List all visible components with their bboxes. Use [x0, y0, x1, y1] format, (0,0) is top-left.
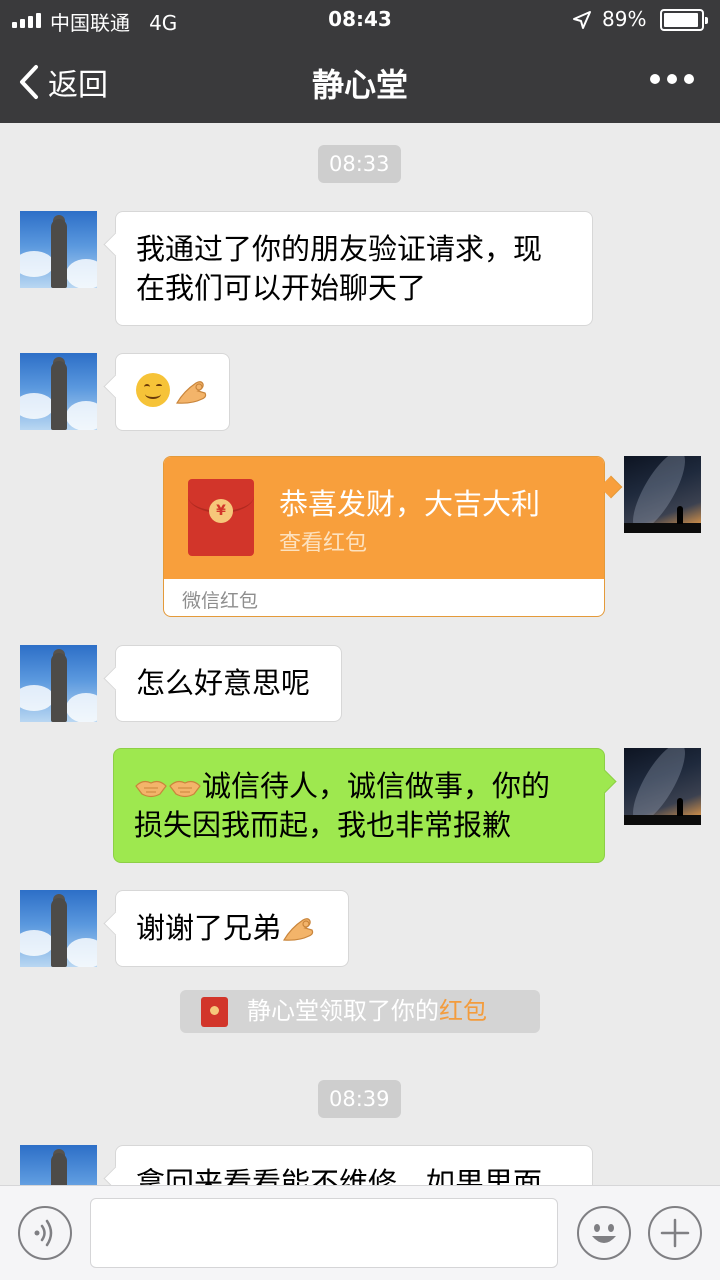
dot-icon — [667, 74, 677, 84]
more-button[interactable] — [650, 74, 694, 84]
plus-button[interactable] — [648, 1206, 702, 1260]
dot-icon — [650, 74, 660, 84]
message-text-line: 我通过了你的朋友验证请求，现 — [136, 232, 543, 266]
contact-avatar[interactable] — [20, 211, 97, 288]
emoji-icon — [592, 1224, 616, 1243]
sent-message[interactable]: 诚信待人，诚信做事，你的 损失因我而起，我也非常报歉 — [113, 748, 605, 863]
message-text-line: 拿回来看看能不维修，如果里面 — [136, 1166, 543, 1185]
my-avatar[interactable] — [624, 456, 701, 533]
message-input[interactable] — [90, 1198, 558, 1268]
handshake-icon — [135, 780, 167, 798]
contact-avatar[interactable] — [20, 353, 97, 430]
notice-text: 静心堂领取了你的 — [247, 997, 439, 1025]
received-emoji-message[interactable] — [115, 353, 230, 431]
voice-icon — [34, 1219, 53, 1247]
top-bar: 中国联通 4G 08:43 89% 返回 静心堂 — [0, 0, 720, 123]
contact-avatar[interactable] — [20, 890, 97, 967]
chat-area[interactable]: 08:33 我通过了你的朋友验证请求，现 在我们可以开始聊天了 ¥ 恭喜发财，大… — [0, 123, 720, 1185]
chat-title: 静心堂 — [311, 66, 408, 104]
timestamp-chip: 08:33 — [318, 145, 401, 183]
ok-hand-icon — [175, 381, 207, 404]
red-packet-card[interactable]: ¥ 恭喜发财，大吉大利 查看红包 微信红包 — [163, 456, 605, 617]
red-packet-title: 恭喜发财，大吉大利 — [279, 487, 541, 521]
red-packet-received-notice: 静心堂领取了你的红包 — [180, 990, 540, 1033]
message-text: 谢谢了兄弟 — [136, 911, 282, 945]
received-message[interactable]: 拿回来看看能不维修，如果里面 — [115, 1145, 593, 1185]
received-message[interactable]: 怎么好意思呢 — [115, 645, 342, 722]
received-message[interactable]: 我通过了你的朋友验证请求，现 在我们可以开始聊天了 — [115, 211, 593, 326]
location-arrow-icon — [573, 11, 591, 29]
red-envelope-icon: ¥ — [188, 479, 254, 556]
contact-avatar[interactable] — [20, 645, 97, 722]
timestamp-chip: 08:39 — [318, 1080, 401, 1118]
received-message[interactable]: 谢谢了兄弟 — [115, 890, 349, 967]
input-bar — [0, 1185, 720, 1280]
plus-icon — [660, 1218, 690, 1248]
ok-hand-icon — [283, 918, 314, 941]
red-envelope-icon — [201, 997, 228, 1027]
message-text: 怎么好意思呢 — [136, 666, 311, 700]
message-text-line: 损失因我而起，我也非常报歉 — [134, 808, 512, 842]
dot-icon — [684, 74, 694, 84]
navigation-bar: 返回 静心堂 — [0, 40, 720, 123]
emoji-button[interactable] — [577, 1206, 631, 1260]
red-packet-footer: 微信红包 — [182, 590, 259, 612]
battery-icon — [660, 9, 708, 31]
battery-percent: 89% — [602, 7, 647, 31]
message-text-line: 诚信待人，诚信做事，你的 — [134, 767, 584, 806]
smiling-face-icon — [136, 373, 170, 407]
my-avatar[interactable] — [624, 748, 701, 825]
handshake-icon — [169, 780, 201, 798]
status-bar: 中国联通 4G 08:43 89% — [0, 0, 720, 40]
voice-button[interactable] — [18, 1206, 72, 1260]
red-packet-subtitle: 查看红包 — [279, 531, 368, 556]
message-text-line: 在我们可以开始聊天了 — [136, 271, 427, 305]
red-packet-link[interactable]: 红包 — [439, 997, 487, 1025]
contact-avatar[interactable] — [20, 1145, 97, 1185]
